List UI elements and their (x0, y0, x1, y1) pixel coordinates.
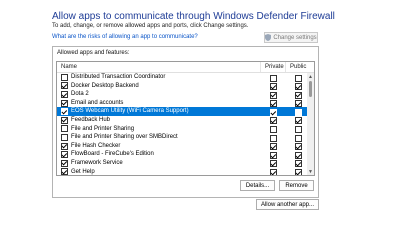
scroll-down-icon[interactable]: ▼ (308, 169, 313, 175)
app-name: Dota 2 (61, 90, 89, 99)
public-checkbox[interactable] (295, 160, 302, 168)
list-item[interactable]: Framework Service (57, 159, 307, 168)
scroll-up-icon[interactable]: ▲ (308, 74, 313, 80)
app-name: File and Printer Sharing (61, 125, 134, 134)
list-item[interactable]: File and Printer Sharing (57, 125, 307, 134)
private-checkbox[interactable] (270, 134, 277, 142)
app-label: EOS Webcam Utility (WiFi Camera Support) (71, 108, 189, 115)
enable-checkbox[interactable] (61, 116, 68, 124)
app-name: Feedback Hub (61, 116, 110, 125)
app-label: Framework Service (71, 159, 123, 166)
public-checkbox[interactable] (295, 151, 302, 159)
change-settings-label: Change settings (273, 34, 317, 41)
column-separator (285, 62, 286, 72)
private-checkbox[interactable] (270, 126, 277, 134)
private-checkbox[interactable] (270, 117, 277, 125)
app-label: File Hash Checker (71, 142, 121, 149)
list-item[interactable]: File Hash Checker (57, 142, 307, 151)
app-label: Email and accounts (71, 99, 124, 106)
list-scrollbar[interactable]: ▲ ▼ (307, 73, 314, 175)
details-button[interactable]: Details... (240, 180, 275, 191)
public-checkbox[interactable] (295, 108, 302, 116)
list-item[interactable]: Dota 2 (57, 90, 307, 99)
risks-link[interactable]: What are the risks of allowing an app to… (52, 34, 198, 40)
list-header: Name Private Public (57, 62, 314, 73)
enable-checkbox[interactable] (61, 108, 68, 116)
public-checkbox[interactable] (295, 91, 302, 99)
private-checkbox[interactable] (270, 143, 277, 151)
enable-checkbox[interactable] (61, 73, 68, 81)
app-name: FlowBoard - FireCube's Edition (61, 150, 154, 159)
public-checkbox[interactable] (295, 100, 302, 108)
scrollbar-thumb[interactable] (309, 81, 312, 97)
shield-icon (265, 34, 272, 41)
private-checkbox[interactable] (270, 108, 277, 116)
private-checkbox[interactable] (270, 160, 277, 168)
app-rows: Distributed Transaction Coordinator Docke… (57, 73, 307, 175)
column-separator (260, 62, 261, 72)
allowed-apps-panel: Allowed apps and features: Name Private … (52, 46, 319, 198)
column-private[interactable]: Private (265, 64, 284, 70)
app-label: Distributed Transaction Coordinator (71, 74, 166, 80)
public-checkbox[interactable] (295, 134, 302, 142)
app-label: Docker Desktop Backend (71, 82, 139, 89)
column-public[interactable]: Public (290, 64, 306, 70)
app-name: File and Printer Sharing over SMBDirect (61, 133, 178, 142)
list-item[interactable]: Email and accounts (57, 99, 307, 108)
app-name: Docker Desktop Backend (61, 82, 139, 91)
private-checkbox[interactable] (270, 169, 277, 175)
list-item[interactable]: Docker Desktop Backend (57, 82, 307, 91)
enable-checkbox[interactable] (61, 82, 68, 90)
app-name: Email and accounts (61, 99, 123, 108)
remove-button[interactable]: Remove (279, 180, 314, 191)
app-name: Framework Service (61, 159, 123, 168)
private-checkbox[interactable] (270, 74, 277, 82)
app-name: EOS Webcam Utility (WiFi Camera Support) (61, 107, 189, 116)
list-item[interactable]: File and Printer Sharing over SMBDirect (57, 133, 307, 142)
page-title: Allow apps to communicate through Window… (52, 11, 335, 22)
enable-checkbox[interactable] (61, 168, 68, 175)
app-label: File and Printer Sharing (71, 125, 135, 132)
list-item[interactable]: Distributed Transaction Coordinator (57, 73, 307, 82)
app-name: File Hash Checker (61, 142, 120, 151)
app-label: File and Printer Sharing over SMBDirect (71, 134, 178, 141)
list-item[interactable]: FlowBoard - FireCube's Edition (57, 150, 307, 159)
public-checkbox[interactable] (295, 143, 302, 151)
enable-checkbox[interactable] (61, 125, 68, 133)
public-checkbox[interactable] (295, 74, 302, 82)
public-checkbox[interactable] (295, 169, 302, 175)
enable-checkbox[interactable] (61, 142, 68, 150)
list-item[interactable]: EOS Webcam Utility (WiFi Camera Support) (57, 107, 307, 116)
enable-checkbox[interactable] (61, 151, 68, 159)
public-checkbox[interactable] (295, 117, 302, 125)
allowed-apps-label: Allowed apps and features: (57, 50, 130, 56)
app-label: Feedback Hub (71, 116, 111, 123)
enable-checkbox[interactable] (61, 133, 68, 141)
app-label: Get Help (71, 168, 95, 175)
page-subtitle: To add, change, or remove allowed apps a… (52, 23, 249, 29)
app-label: FlowBoard - FireCube's Edition (71, 151, 154, 158)
private-checkbox[interactable] (270, 91, 277, 99)
public-checkbox[interactable] (295, 83, 302, 91)
change-settings-button[interactable]: Change settings (264, 32, 318, 43)
enable-checkbox[interactable] (61, 90, 68, 98)
enable-checkbox[interactable] (61, 159, 68, 167)
apps-list[interactable]: Name Private Public Distributed Transact… (56, 61, 315, 176)
private-checkbox[interactable] (270, 100, 277, 108)
list-item[interactable]: Get Help (57, 168, 307, 175)
private-cell (270, 169, 277, 175)
app-name: Distributed Transaction Coordinator (61, 73, 165, 82)
public-checkbox[interactable] (295, 126, 302, 134)
private-checkbox[interactable] (270, 151, 277, 159)
app-name: Get Help (61, 168, 95, 175)
column-name[interactable]: Name (61, 64, 77, 70)
public-cell (295, 169, 302, 175)
private-checkbox[interactable] (270, 83, 277, 91)
enable-checkbox[interactable] (61, 99, 68, 107)
allow-another-app-button[interactable]: Allow another app... (256, 199, 319, 210)
app-label: Dota 2 (71, 91, 89, 98)
list-item[interactable]: Feedback Hub (57, 116, 307, 125)
